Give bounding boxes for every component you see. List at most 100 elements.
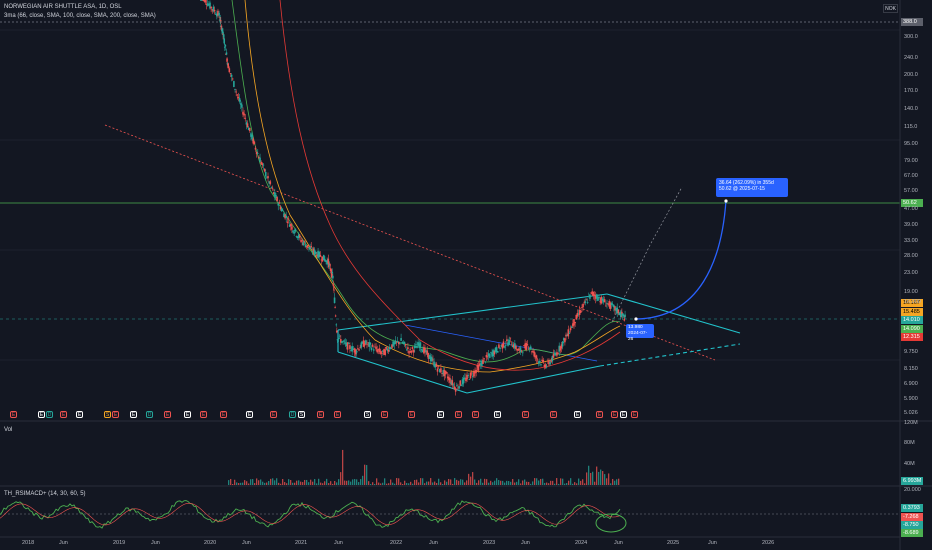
x-tick-label: 2024 [575, 540, 588, 546]
ma-indicator-label[interactable]: 3ma (66, close, SMA, 100, close, SMA, 20… [4, 13, 156, 19]
candle-body [396, 340, 399, 342]
volume-bar [552, 480, 554, 485]
volume-bar [416, 479, 418, 485]
event-marker[interactable]: E [112, 411, 119, 418]
volume-bar [452, 483, 454, 485]
rsimacd-label[interactable]: TH_RSIMACD+ (14, 30, 60, 5) [4, 491, 86, 497]
event-marker[interactable]: E [574, 411, 581, 418]
volume-bar [540, 478, 542, 485]
candle-body [310, 246, 313, 248]
event-marker[interactable]: E [38, 411, 45, 418]
volume-bar [438, 478, 440, 485]
candle-body [624, 314, 626, 318]
volume-bar [448, 478, 450, 485]
candle-body [282, 210, 284, 212]
symbol-title[interactable]: NORWEGIAN AIR SHUTTLE ASA, 1D, OSL [4, 4, 122, 10]
event-marker[interactable]: E [270, 411, 277, 418]
chart-canvas[interactable] [0, 0, 932, 550]
candle-body [251, 134, 253, 140]
ma100-line [244, 0, 621, 373]
volume-bar [568, 480, 570, 485]
event-marker[interactable]: E [10, 411, 17, 418]
volume-bar [486, 479, 488, 485]
volume-bar [264, 482, 266, 485]
candle-body [525, 343, 528, 350]
candle-body [533, 351, 535, 357]
volume-bar [546, 482, 548, 485]
event-marker[interactable]: E [130, 411, 137, 418]
event-marker[interactable]: E [408, 411, 415, 418]
event-marker[interactable]: E [246, 411, 253, 418]
currency-button[interactable]: NOK [883, 4, 898, 13]
event-marker[interactable]: E [494, 411, 501, 418]
event-marker[interactable]: E [631, 411, 638, 418]
volume-bar [334, 481, 336, 485]
volume-bar [474, 479, 476, 485]
event-marker[interactable]: D [289, 411, 296, 418]
candle-body [332, 275, 334, 279]
volume-bar [472, 472, 474, 485]
candle-body [246, 123, 249, 128]
event-marker[interactable]: E [60, 411, 67, 418]
candle-body [445, 372, 448, 374]
candle-body [515, 345, 517, 350]
event-marker[interactable]: E [472, 411, 479, 418]
volume-bar [560, 478, 562, 485]
projection-start-dot [634, 317, 638, 321]
volume-bar [360, 479, 362, 485]
event-marker[interactable]: E [522, 411, 529, 418]
volume-bar [420, 478, 422, 485]
candle-body [510, 344, 513, 346]
volume-bar [320, 482, 322, 485]
candle-body [454, 388, 457, 392]
candle-body [456, 385, 458, 387]
candle-body [411, 347, 414, 350]
candle-body [399, 342, 401, 344]
event-marker[interactable]: S [298, 411, 305, 418]
volume-bar [378, 482, 380, 485]
event-marker[interactable]: E [220, 411, 227, 418]
event-marker[interactable]: E [200, 411, 207, 418]
candle-body [289, 224, 292, 227]
volume-bar [488, 482, 490, 485]
event-marker[interactable]: E [620, 411, 627, 418]
candle-body [504, 345, 507, 347]
volume-bar [612, 478, 614, 485]
volume-bar [350, 481, 352, 485]
volume-bar [504, 482, 506, 485]
event-marker[interactable]: E [76, 411, 83, 418]
volume-bar [356, 479, 358, 485]
event-marker[interactable]: E [317, 411, 324, 418]
candle-body [375, 346, 377, 350]
event-marker[interactable]: E [437, 411, 444, 418]
event-marker[interactable]: E [381, 411, 388, 418]
candle-body [237, 96, 240, 99]
x-tick-label: 2020 [204, 540, 217, 546]
current-callout[interactable]: 13.980 2024-07-26 [626, 324, 654, 342]
candle-body [343, 340, 346, 342]
projection-callout[interactable]: 36.64 (262.09%) in 355d 50.62 @ 2025-07-… [716, 178, 788, 197]
volume-label[interactable]: Vol [4, 427, 12, 433]
event-marker[interactable]: E [455, 411, 462, 418]
y-tick-label: 16.000 [904, 299, 921, 305]
rsimacd-line-a [0, 500, 621, 529]
candle-body [482, 359, 484, 364]
event-marker[interactable]: E [596, 411, 603, 418]
event-marker[interactable]: D [46, 411, 53, 418]
event-marker[interactable]: E [184, 411, 191, 418]
volume-bar [312, 481, 314, 485]
badge-p3: 14.090 [901, 325, 923, 333]
candle-body [589, 294, 591, 299]
volume-bar [246, 481, 248, 485]
event-marker[interactable]: D [146, 411, 153, 418]
volume-bar [242, 482, 244, 485]
candle-body [489, 354, 491, 358]
volume-bar [282, 479, 284, 485]
event-marker[interactable]: S [364, 411, 371, 418]
event-marker[interactable]: S [104, 411, 111, 418]
event-marker[interactable]: E [334, 411, 341, 418]
candle-body [223, 38, 226, 44]
event-marker[interactable]: E [550, 411, 557, 418]
event-marker[interactable]: E [611, 411, 618, 418]
event-marker[interactable]: E [164, 411, 171, 418]
